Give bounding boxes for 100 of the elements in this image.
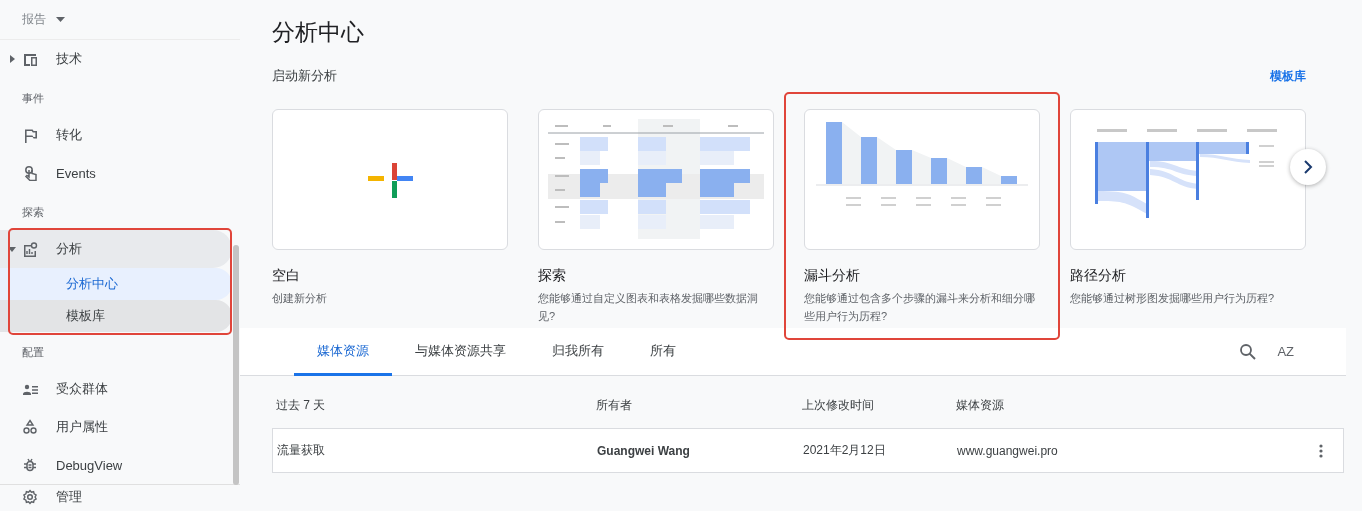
tab[interactable]: 媒体资源 bbox=[294, 328, 392, 376]
nav-item-label[interactable]: 用户属性 bbox=[56, 418, 108, 436]
column-header: 上次修改时间 bbox=[802, 397, 875, 414]
placeholder-line bbox=[555, 175, 569, 177]
placeholder-line bbox=[555, 143, 569, 145]
nav-item-label[interactable]: 转化 bbox=[56, 126, 82, 144]
collapsed-caret-icon[interactable] bbox=[8, 55, 16, 63]
section-header: 报告 bbox=[22, 11, 46, 28]
shapes-icon bbox=[22, 419, 38, 435]
bar bbox=[966, 167, 982, 184]
placeholder-line bbox=[555, 206, 569, 208]
template-card[interactable] bbox=[804, 109, 1040, 250]
bar bbox=[580, 137, 608, 151]
placeholder-line bbox=[555, 157, 565, 159]
bar bbox=[826, 122, 842, 184]
placeholder-line bbox=[1247, 129, 1277, 132]
placeholder-line bbox=[986, 197, 1001, 199]
section-title: 启动新分析 bbox=[272, 67, 337, 85]
nav-item-label[interactable]: 技术 bbox=[56, 50, 82, 68]
table-cell-text: www.guangwei.pro bbox=[957, 443, 1059, 458]
next-button[interactable] bbox=[1290, 149, 1326, 185]
bar bbox=[580, 151, 600, 165]
bar bbox=[580, 215, 600, 229]
chevron-right-icon bbox=[1303, 160, 1313, 174]
flow-band bbox=[1150, 169, 1198, 189]
node-bar bbox=[1246, 142, 1249, 154]
card-description: 您能够通过包含多个步骤的漏斗来分析和细分哪些用户行为历程? bbox=[804, 291, 1036, 324]
bar bbox=[896, 150, 912, 184]
bar bbox=[580, 200, 608, 214]
column-header: 所有者 bbox=[596, 397, 633, 414]
bar bbox=[580, 183, 600, 197]
card-title: 漏斗分析 bbox=[804, 267, 861, 285]
bug-icon bbox=[22, 457, 38, 473]
nav-item-label[interactable]: Events bbox=[56, 165, 96, 181]
placeholder-line bbox=[1259, 161, 1274, 163]
tab[interactable]: 所有 bbox=[627, 328, 699, 376]
placeholder-line bbox=[916, 204, 931, 206]
placeholder-line bbox=[846, 204, 861, 206]
drop-off-area bbox=[877, 137, 896, 184]
placeholder-line bbox=[555, 189, 565, 191]
gallery-link[interactable]: 模板库 bbox=[1270, 67, 1306, 85]
drop-off-area bbox=[842, 122, 861, 184]
section-heading: 事件 bbox=[22, 91, 44, 106]
table-cell-text: 流量获取 bbox=[277, 442, 326, 459]
bar bbox=[1001, 176, 1017, 184]
placeholder-line bbox=[881, 197, 896, 199]
search-icon bbox=[1239, 342, 1258, 361]
section-heading: 配置 bbox=[22, 345, 44, 360]
template-card[interactable] bbox=[538, 109, 774, 250]
expanded-caret-icon[interactable] bbox=[8, 245, 16, 253]
card-description: 您能够通过自定义图表和表格发掘哪些数据洞见? bbox=[538, 291, 759, 324]
nav-item-label[interactable]: 受众群体 bbox=[56, 380, 108, 398]
sort-button[interactable]: AZ bbox=[1269, 328, 1346, 375]
bar bbox=[580, 169, 608, 183]
placeholder-line bbox=[1097, 129, 1127, 132]
bar bbox=[638, 137, 666, 151]
node-bar bbox=[1196, 142, 1199, 200]
card-title: 探索 bbox=[538, 267, 567, 285]
placeholder-line bbox=[916, 197, 931, 199]
card-description: 您能够通过树形图发掘哪些用户行为历程? bbox=[1070, 291, 1276, 306]
analysis-icon bbox=[22, 241, 38, 257]
placeholder-line bbox=[951, 197, 966, 199]
device-icon bbox=[22, 51, 38, 67]
drop-off-area bbox=[912, 150, 931, 184]
table-cell-text: 2021年2月12日 bbox=[803, 442, 887, 459]
placeholder-line bbox=[1259, 165, 1274, 167]
placeholder-line bbox=[728, 125, 738, 127]
nav-item-label[interactable]: 管理 bbox=[56, 488, 82, 506]
nav-item-label[interactable]: 分析 bbox=[56, 240, 82, 258]
scrollbar-thumb[interactable] bbox=[233, 245, 239, 485]
placeholder-line bbox=[663, 125, 673, 127]
tab[interactable]: 与媒体资源共享 bbox=[392, 328, 529, 376]
bar bbox=[861, 137, 877, 184]
nav-subitem[interactable]: 分析中心 bbox=[0, 268, 232, 300]
dropdown-caret-icon[interactable] bbox=[56, 17, 65, 22]
more-vertical-icon bbox=[1319, 443, 1323, 458]
nav-subitem[interactable]: 模板库 bbox=[0, 300, 232, 332]
placeholder-line bbox=[555, 221, 565, 223]
drop-off-area bbox=[982, 167, 1001, 184]
bar bbox=[638, 200, 666, 214]
tab[interactable]: 归我所有 bbox=[529, 328, 627, 376]
bar bbox=[638, 215, 666, 229]
placeholder-line bbox=[1259, 145, 1274, 147]
column-header: 媒体资源 bbox=[956, 397, 1005, 414]
nav-item-label[interactable]: DebugView bbox=[56, 457, 123, 473]
drop-off-area bbox=[947, 158, 966, 184]
table-cell-text: Guangwei Wang bbox=[597, 443, 691, 458]
placeholder-line bbox=[846, 197, 861, 199]
placeholder-line bbox=[603, 125, 611, 127]
node-bar bbox=[1095, 142, 1098, 204]
bar bbox=[931, 158, 947, 184]
hand-icon bbox=[22, 165, 38, 181]
placeholder-line bbox=[1147, 129, 1177, 132]
card-title: 空白 bbox=[272, 267, 301, 285]
settings-icon bbox=[22, 489, 38, 505]
placeholder-line bbox=[951, 204, 966, 206]
placeholder-line bbox=[881, 204, 896, 206]
section-heading: 探索 bbox=[22, 205, 44, 220]
bar bbox=[638, 151, 666, 165]
column-header: 过去 7 天 bbox=[276, 397, 327, 414]
